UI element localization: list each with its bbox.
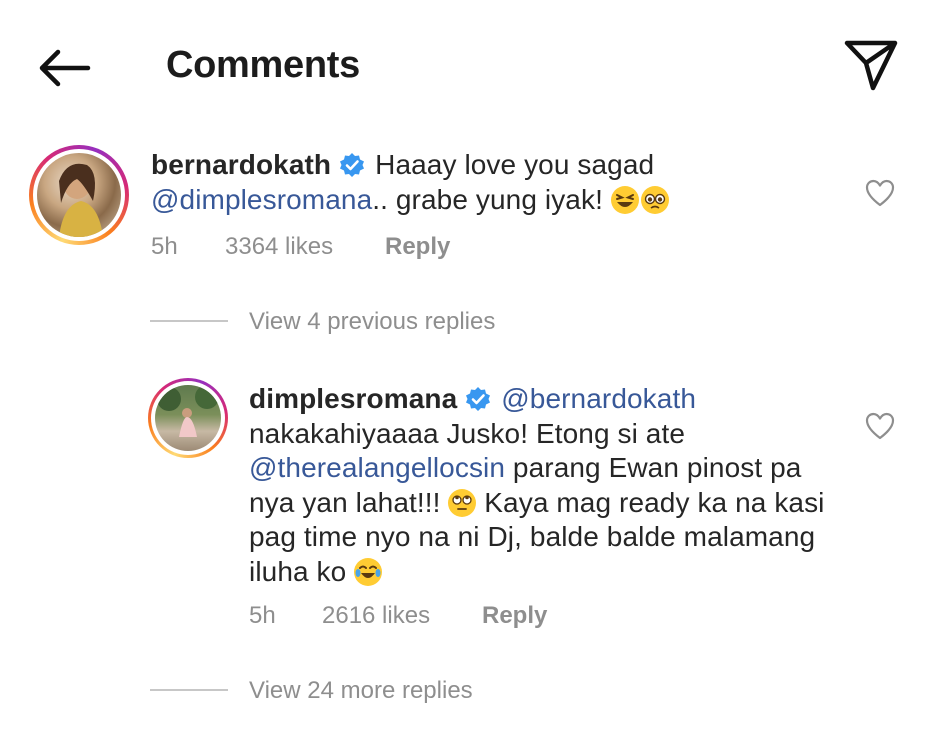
comment-meta: 5h 3364 likes Reply bbox=[151, 233, 551, 263]
reply-button[interactable]: Reply bbox=[385, 233, 450, 261]
page-title: Comments bbox=[166, 44, 360, 86]
comment-username[interactable]: bernardokath bbox=[151, 149, 331, 180]
divider-line bbox=[150, 689, 228, 691]
comment-text: bernardokath Haaay love you sagad @dimples… bbox=[151, 148, 711, 217]
mention-link[interactable]: @dimplesromana bbox=[151, 184, 372, 215]
mention-link[interactable]: @therealangellocsin bbox=[249, 452, 505, 483]
heart-icon bbox=[865, 179, 895, 207]
avatar[interactable] bbox=[148, 378, 228, 458]
like-button[interactable] bbox=[865, 412, 895, 440]
comment-time: 5h bbox=[249, 602, 276, 629]
verified-badge-icon bbox=[466, 387, 491, 411]
comment-time: 5h bbox=[151, 233, 178, 260]
comment-text: dimplesromana @bernardokath nakakahiyaaaa … bbox=[249, 382, 849, 589]
comment-item: dimplesromana @bernardokath nakakahiyaaaa … bbox=[0, 372, 945, 672]
comment-meta: 5h 2616 likes Reply bbox=[249, 602, 649, 632]
heart-icon bbox=[865, 412, 895, 440]
comment-item: bernardokath Haaay love you sagad @dimples… bbox=[0, 140, 945, 280]
divider-line bbox=[150, 320, 228, 322]
comment-body: nakakahiyaaaa Jusko! Etong si ate bbox=[249, 417, 686, 449]
comment-body: Haaay love you sagad bbox=[375, 149, 655, 180]
avatar[interactable] bbox=[29, 145, 129, 245]
back-button[interactable] bbox=[34, 44, 94, 92]
header-bar: Comments bbox=[0, 0, 945, 135]
pleading-emoji-icon bbox=[640, 185, 669, 214]
share-button[interactable] bbox=[842, 38, 900, 94]
comment-likes[interactable]: 3364 likes bbox=[225, 233, 333, 261]
verified-badge-icon bbox=[340, 153, 365, 177]
arrow-left-icon bbox=[39, 49, 91, 87]
grinning-squinting-emoji-icon bbox=[610, 185, 639, 214]
mention-link[interactable]: @bernardokath bbox=[501, 383, 696, 414]
reply-button[interactable]: Reply bbox=[482, 602, 547, 630]
like-button[interactable] bbox=[865, 179, 895, 207]
paper-plane-icon bbox=[844, 40, 898, 91]
tears-of-joy-emoji-icon bbox=[354, 557, 383, 586]
comment-body: .. grabe yung iyak! bbox=[372, 183, 611, 215]
view-replies-button[interactable]: View 24 more replies bbox=[249, 677, 473, 705]
comment-username[interactable]: dimplesromana bbox=[249, 383, 457, 414]
view-replies-button[interactable]: View 4 previous replies bbox=[249, 308, 495, 336]
eye-roll-emoji-icon bbox=[448, 488, 477, 517]
comment-likes[interactable]: 2616 likes bbox=[322, 602, 430, 630]
